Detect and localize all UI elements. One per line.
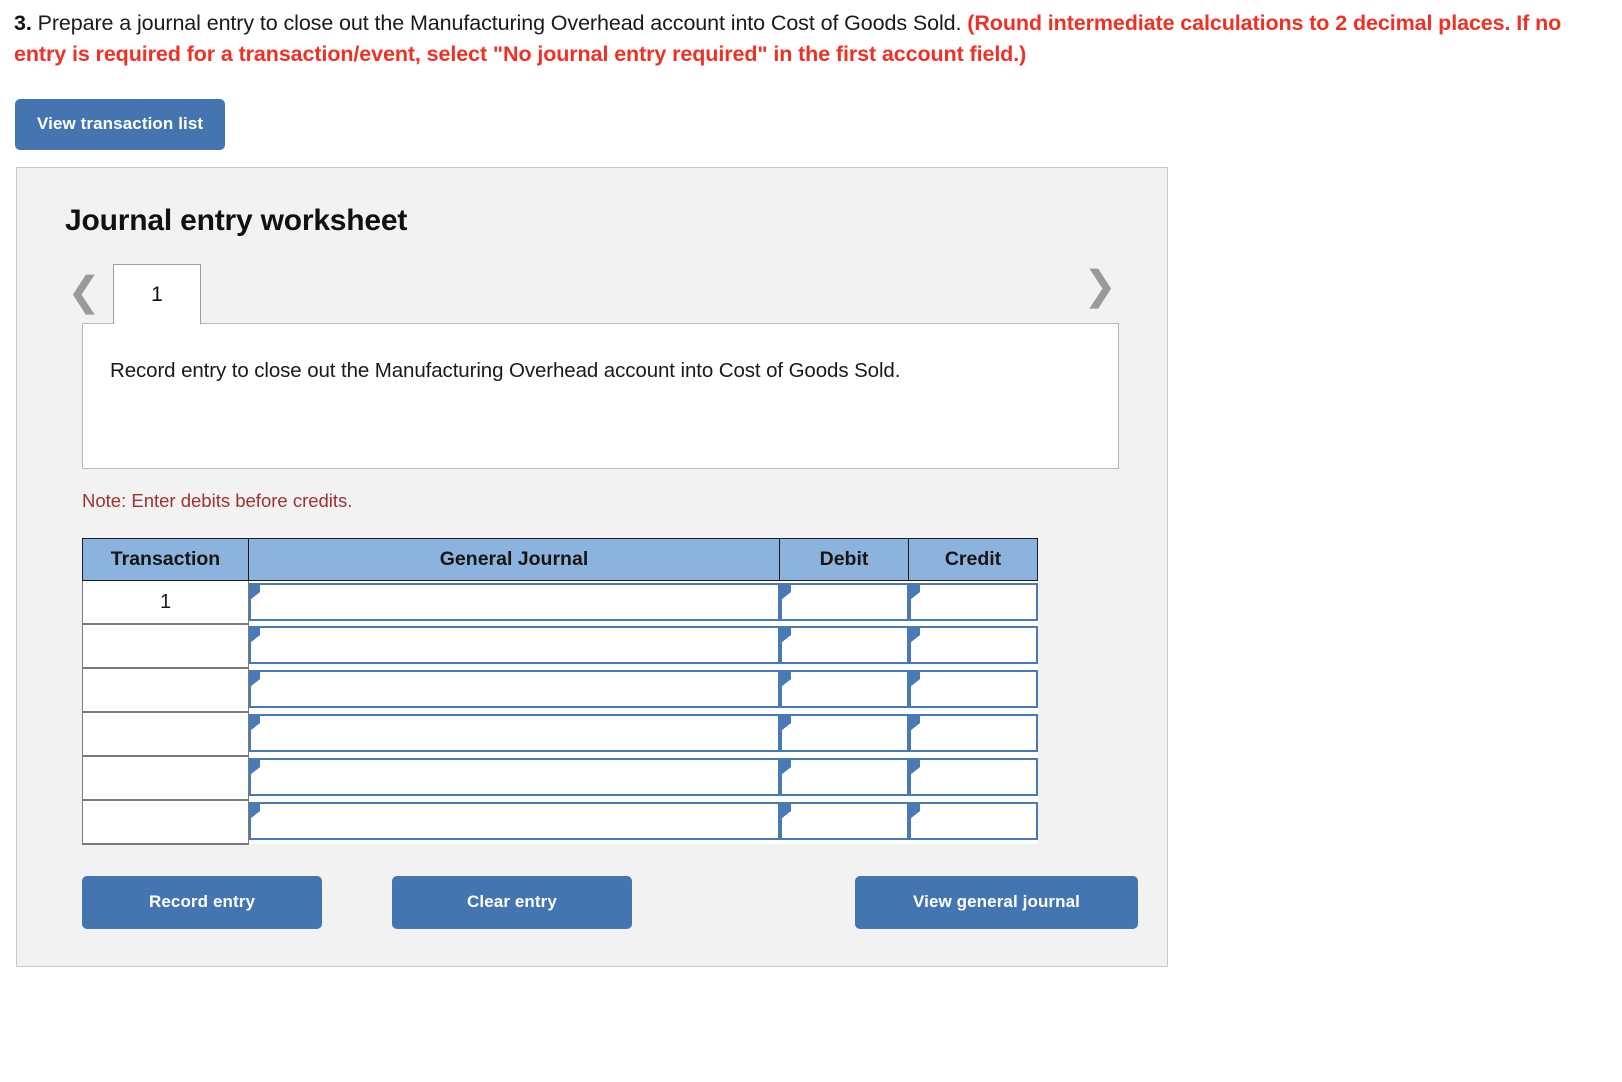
- dropdown-triangle-icon: [910, 672, 920, 686]
- dropdown-triangle-icon: [781, 584, 791, 599]
- debits-before-credits-note: Note: Enter debits before credits.: [82, 490, 353, 511]
- cell-general-journal[interactable]: [248, 668, 780, 712]
- cell-debit[interactable]: [779, 624, 909, 668]
- cell-transaction: [82, 668, 249, 713]
- cell-credit[interactable]: [908, 756, 1038, 800]
- worksheet-action-buttons: Record entry Clear entry View general jo…: [82, 876, 1167, 929]
- chevron-left-icon[interactable]: ❮: [65, 272, 103, 324]
- table-row: [82, 624, 1038, 669]
- dropdown-triangle-icon: [781, 716, 791, 730]
- general-journal-input[interactable]: [249, 670, 780, 708]
- debit-input[interactable]: [779, 670, 909, 708]
- journal-entry-table: Transaction General Journal Debit Credit…: [82, 538, 1038, 845]
- dropdown-triangle-icon: [910, 628, 920, 642]
- credit-input[interactable]: [908, 626, 1038, 664]
- column-header-transaction: Transaction: [82, 538, 249, 581]
- cell-transaction: [82, 624, 249, 669]
- worksheet-tab-strip: ❮ 1 ❯: [17, 262, 1167, 324]
- question-prompt: 3. Prepare a journal entry to close out …: [0, 0, 1622, 70]
- toolbar: View transaction list: [0, 70, 1622, 150]
- dropdown-triangle-icon: [251, 672, 260, 686]
- cell-transaction: [82, 756, 249, 801]
- worksheet-tab-1-label: 1: [151, 282, 163, 306]
- cell-debit[interactable]: [779, 580, 909, 624]
- cell-credit[interactable]: [908, 580, 1038, 624]
- table-row: [82, 668, 1038, 713]
- general-journal-input[interactable]: [249, 802, 780, 840]
- worksheet-description-text: Record entry to close out the Manufactur…: [110, 359, 901, 382]
- dropdown-triangle-icon: [251, 716, 260, 730]
- journal-entry-worksheet-panel: Journal entry worksheet ❮ 1 ❯ Record ent…: [16, 167, 1168, 967]
- dropdown-triangle-icon: [781, 804, 791, 818]
- cell-transaction: [82, 800, 249, 845]
- chevron-right-icon[interactable]: ❯: [1081, 266, 1119, 318]
- question-number: 3.: [14, 11, 32, 35]
- debit-input[interactable]: [779, 758, 909, 796]
- column-header-general-journal: General Journal: [248, 538, 780, 581]
- cell-debit[interactable]: [779, 800, 909, 844]
- cell-general-journal[interactable]: [248, 624, 780, 668]
- cell-general-journal[interactable]: [248, 712, 780, 756]
- cell-general-journal[interactable]: [248, 580, 780, 624]
- cell-general-journal[interactable]: [248, 756, 780, 800]
- cell-debit[interactable]: [779, 712, 909, 756]
- question-text: Prepare a journal entry to close out the…: [31, 11, 968, 35]
- record-entry-button[interactable]: Record entry: [82, 876, 322, 929]
- credit-input[interactable]: [908, 670, 1038, 708]
- column-header-debit: Debit: [779, 538, 909, 581]
- dropdown-triangle-icon: [781, 760, 791, 774]
- debit-input[interactable]: [779, 714, 909, 752]
- dropdown-triangle-icon: [251, 628, 260, 642]
- cell-credit[interactable]: [908, 624, 1038, 668]
- debit-input[interactable]: [779, 802, 909, 840]
- dropdown-triangle-icon: [251, 804, 260, 818]
- cell-credit[interactable]: [908, 668, 1038, 712]
- cell-debit[interactable]: [779, 668, 909, 712]
- dropdown-triangle-icon: [251, 760, 260, 774]
- table-row: [82, 756, 1038, 801]
- credit-input[interactable]: [908, 714, 1038, 752]
- general-journal-input[interactable]: [249, 714, 780, 752]
- dropdown-triangle-icon: [910, 804, 920, 818]
- page-title: Journal entry worksheet: [65, 204, 408, 237]
- credit-input[interactable]: [908, 758, 1038, 796]
- dropdown-triangle-icon: [910, 760, 920, 774]
- view-transaction-list-button[interactable]: View transaction list: [15, 99, 226, 150]
- general-journal-input[interactable]: [249, 758, 780, 796]
- dropdown-triangle-icon: [781, 628, 791, 642]
- debit-input[interactable]: [779, 582, 909, 621]
- column-header-credit: Credit: [908, 538, 1038, 581]
- credit-input[interactable]: [908, 802, 1038, 840]
- credit-input[interactable]: [908, 582, 1038, 621]
- cell-general-journal[interactable]: [248, 800, 780, 844]
- table-row: [82, 800, 1038, 845]
- cell-credit[interactable]: [908, 800, 1038, 844]
- table-row: 1: [82, 580, 1038, 625]
- worksheet-tab-1[interactable]: 1: [113, 264, 201, 324]
- cell-transaction: 1: [82, 580, 249, 625]
- clear-entry-button[interactable]: Clear entry: [392, 876, 632, 929]
- cell-transaction: [82, 712, 249, 757]
- table-row: [82, 712, 1038, 757]
- general-journal-input[interactable]: [249, 626, 780, 664]
- table-header-row: Transaction General Journal Debit Credit: [82, 538, 1038, 581]
- dropdown-triangle-icon: [910, 716, 920, 730]
- view-general-journal-button[interactable]: View general journal: [855, 876, 1138, 929]
- dropdown-triangle-icon: [251, 584, 260, 599]
- worksheet-description-box: Record entry to close out the Manufactur…: [82, 323, 1119, 469]
- dropdown-triangle-icon: [910, 584, 920, 599]
- cell-credit[interactable]: [908, 712, 1038, 756]
- dropdown-triangle-icon: [781, 672, 791, 686]
- debit-input[interactable]: [779, 626, 909, 664]
- general-journal-input[interactable]: [249, 582, 780, 621]
- cell-debit[interactable]: [779, 756, 909, 800]
